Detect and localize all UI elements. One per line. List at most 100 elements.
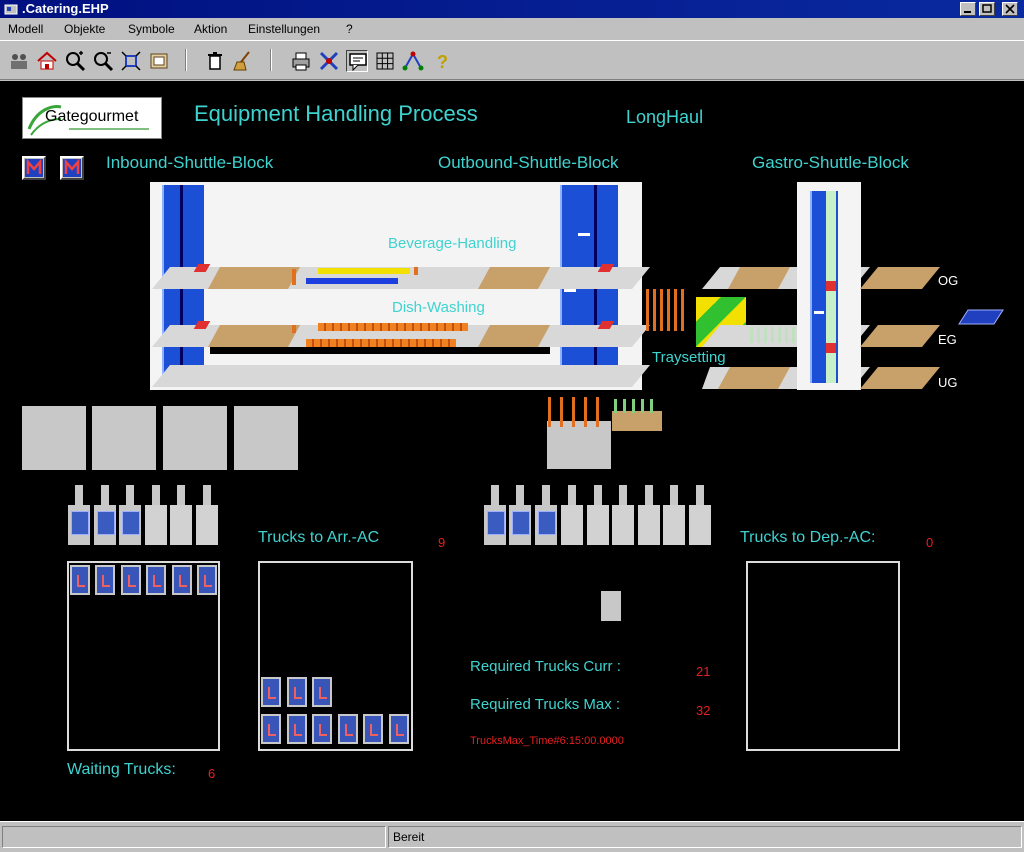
- outbound-lift-items: [548, 397, 602, 427]
- departure-slot: [663, 485, 685, 549]
- outbound-block-label: Outbound-Shuttle-Block: [438, 153, 619, 172]
- simulation-canvas[interactable]: Gategourmet Equipment Handling Process L…: [0, 81, 1024, 821]
- inbound-block-label: Inbound-Shuttle-Block: [106, 153, 274, 172]
- model-button-1[interactable]: [22, 156, 46, 180]
- departure-slot: [484, 485, 506, 549]
- trucks-to-arr-label: Trucks to Arr.-AC: [258, 529, 380, 546]
- toolbar-users-button[interactable]: [8, 50, 30, 72]
- level-label-og: OG: [938, 273, 959, 288]
- gastro-floors: [860, 267, 940, 389]
- menu-einstellungen[interactable]: Einstellungen: [248, 22, 320, 36]
- menu-symbole[interactable]: Symbole: [128, 22, 175, 36]
- minimize-icon: [964, 11, 971, 13]
- trucks-to-arr-value: 9: [438, 535, 446, 550]
- toolbar-connect-button[interactable]: [318, 50, 340, 72]
- departure-slot: [612, 485, 634, 549]
- eg-exit-conveyor: [958, 309, 1004, 325]
- toolbar-print-button[interactable]: [290, 50, 312, 72]
- departure-slot: [509, 485, 531, 549]
- frame-icon: [150, 53, 168, 69]
- home-icon: [37, 51, 57, 70]
- menu-aktion[interactable]: Aktion: [194, 22, 227, 36]
- departure-slot: [535, 485, 557, 549]
- trucks-to-dep-area: [746, 561, 900, 751]
- status-bar: Bereit: [0, 821, 1024, 852]
- svg-text:?: ?: [437, 52, 448, 72]
- traysetting-label: Traysetting: [652, 349, 726, 366]
- gastro-block-label: Gastro-Shuttle-Block: [752, 153, 909, 172]
- toolbar-comment-button[interactable]: [346, 50, 368, 72]
- menu-modell[interactable]: Modell: [8, 22, 43, 36]
- maximize-icon: [982, 4, 992, 13]
- maximize-button[interactable]: [979, 2, 995, 16]
- tray-buffer-4: [234, 406, 298, 470]
- toolbar-zoom-out-button[interactable]: [92, 50, 114, 72]
- arr-truck: [338, 714, 358, 744]
- level-label-eg: EG: [938, 332, 957, 347]
- outbound-lift-tray: [612, 411, 662, 431]
- waiting-truck: [146, 565, 166, 595]
- toolbar-separator: [185, 49, 187, 71]
- gastro-shuttle-marker: [814, 311, 824, 314]
- trash-icon: [208, 52, 222, 70]
- arrival-slot: [170, 485, 192, 549]
- arr-truck: [389, 714, 409, 744]
- toolbar-delete-button[interactable]: [204, 50, 226, 72]
- arr-truck: [261, 714, 281, 744]
- toolbar-help-button[interactable]: ?: [432, 50, 454, 72]
- help-icon: ?: [437, 52, 448, 72]
- model-button-2[interactable]: [60, 156, 84, 180]
- eg-tray: [208, 325, 300, 347]
- zoom-in-icon: [66, 51, 86, 72]
- close-button[interactable]: [1002, 2, 1018, 16]
- dish-conveyor-orange: [306, 339, 456, 347]
- toolbar-separator: [270, 49, 272, 71]
- trucks-to-dep-label: Trucks to Dep.-AC:: [740, 529, 876, 546]
- traysetting-output: [750, 327, 798, 343]
- tray-buffer-3: [163, 406, 227, 470]
- connect-icon: [319, 51, 339, 71]
- beverage-conveyor-yellow: [318, 268, 410, 274]
- minimize-button[interactable]: [960, 2, 976, 16]
- arrival-slot: [196, 485, 218, 549]
- menu-help[interactable]: ?: [346, 22, 353, 36]
- menu-objekte[interactable]: Objekte: [64, 22, 105, 36]
- print-icon: [292, 52, 310, 71]
- logo-tagline-line: [69, 128, 149, 130]
- toolbar-route-button[interactable]: [402, 50, 424, 72]
- departure-slot: [587, 485, 609, 549]
- toolbar-clean-button[interactable]: [232, 50, 254, 72]
- dish-conveyor-orange: [318, 323, 468, 331]
- m-icon: [63, 158, 81, 177]
- toolbar-zoom-in-button[interactable]: [64, 50, 86, 72]
- window-titlebar[interactable]: .Catering.EHP: [0, 0, 1024, 18]
- waiting-truck: [172, 565, 192, 595]
- required-max-value: 32: [696, 703, 711, 718]
- tray-buffer-1: [22, 406, 86, 470]
- comment-icon: [349, 53, 367, 72]
- status-cell-left: [2, 826, 386, 848]
- fit-view-icon: [121, 51, 141, 71]
- arr-truck: [363, 714, 383, 744]
- toolbar: ?: [0, 40, 1024, 80]
- trucks-max-time: TrucksMax_Time#6:15:00.0000: [470, 735, 624, 747]
- waiting-truck: [95, 565, 115, 595]
- arr-truck: [261, 677, 281, 707]
- route-icon: [402, 51, 424, 71]
- zoom-out-icon: [94, 52, 114, 72]
- og-tray: [208, 267, 300, 289]
- outbound-lift: [547, 421, 611, 469]
- arr-truck: [312, 677, 332, 707]
- eg-tray: [478, 325, 550, 347]
- grid-icon: [376, 52, 394, 70]
- toolbar-grid-button[interactable]: [374, 50, 396, 72]
- arrival-slot: [94, 485, 116, 549]
- gastro-handle: [826, 281, 836, 291]
- toolbar-home-button[interactable]: [36, 50, 58, 72]
- toolbar-frame-button[interactable]: [148, 50, 170, 72]
- ug-floor: [152, 365, 650, 387]
- beverage-handling-label: Beverage-Handling: [388, 235, 517, 252]
- broom-icon: [233, 51, 250, 71]
- toolbar-fit-button[interactable]: [120, 50, 142, 72]
- beverage-marker: [292, 269, 296, 285]
